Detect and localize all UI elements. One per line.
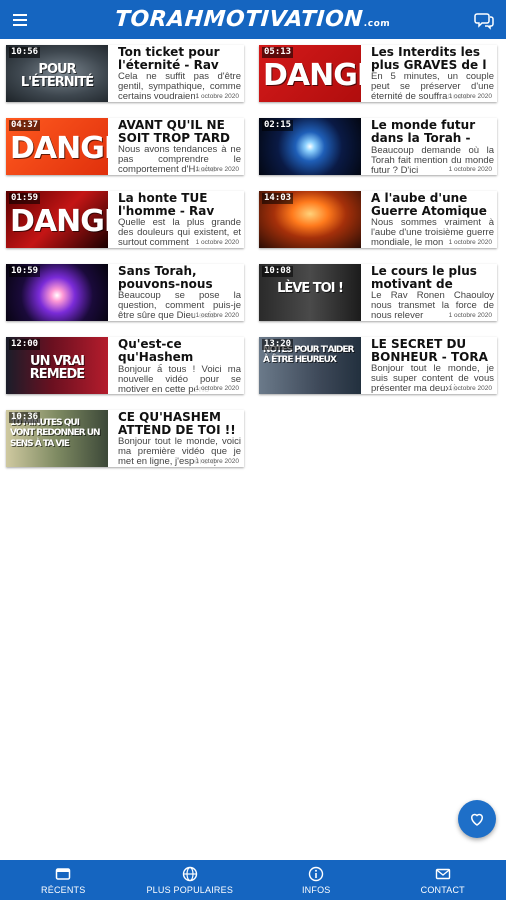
duration-badge: 02:15 — [262, 120, 294, 131]
video-title[interactable]: CE QU'HASHEM ATTEND DE TOI !! — [118, 411, 241, 437]
duration-badge: 05:13 — [262, 47, 294, 58]
video-card[interactable]: 10 MINUTES QUI VONT REDONNER UN SENS À T… — [6, 410, 244, 467]
video-thumbnail[interactable]: 10:59 — [6, 264, 108, 321]
video-date: 1 octobre 2020 — [194, 93, 240, 100]
video-thumbnail[interactable]: 14:03 — [259, 191, 361, 248]
nav-label: PLUS POPULAIRES — [146, 884, 234, 895]
thumbnail-caption: UN VRAI REMEDE — [29, 354, 85, 382]
video-date: 1 octobre 2020 — [194, 458, 240, 465]
duration-badge: 14:03 — [262, 193, 294, 204]
video-title[interactable]: Les Interdits les plus GRAVES de l — [371, 46, 494, 72]
video-card[interactable]: UN VRAI REMEDE 12:00 Qu'est-ce qu'Hashem a… — [6, 337, 244, 394]
video-card[interactable]: DANGER04:37AVANT QU'IL NE SOIT TROP TARD… — [6, 118, 244, 175]
video-card[interactable]: POUR L'ÉTERNITÉ 10:56 Ton ticket pour l'ét… — [6, 45, 244, 102]
thumbnail-caption: LÈVE TOI ! — [277, 281, 344, 296]
thumbnail-caption: DANGER — [10, 131, 108, 166]
hamburger-icon-bar — [13, 24, 27, 26]
info-icon — [309, 866, 324, 881]
logo-main-text: TORAHMOTIVATION — [114, 7, 365, 32]
thumbnail-caption: DANGER — [10, 204, 108, 239]
thumbnail-caption: POUR L'ÉTERNITÉ — [20, 62, 94, 90]
video-date: 1 octobre 2020 — [447, 93, 493, 100]
video-title[interactable]: Ton ticket pour l'éternité - Rav — [118, 46, 241, 72]
video-card[interactable]: DANGER01:59La honte TUE l'homme - RavQue… — [6, 191, 244, 248]
duration-badge: 04:37 — [9, 120, 41, 131]
duration-badge: 12:00 — [9, 339, 41, 350]
video-date: 1 octobre 2020 — [447, 312, 493, 319]
film-icon — [56, 867, 71, 880]
favorites-button[interactable] — [458, 800, 496, 838]
video-thumbnail[interactable]: UN VRAI REMEDE 12:00 — [6, 337, 108, 394]
video-info: AVANT QU'IL NE SOIT TROP TARD Nous avons … — [108, 118, 244, 175]
heart-icon — [470, 813, 484, 826]
video-thumbnail[interactable]: DANGER01:59 — [6, 191, 108, 248]
hamburger-icon-bar — [13, 19, 27, 21]
app-root: TORAHMOTIVATION.com POUR L'ÉTERNITÉ 10:56… — [0, 0, 506, 900]
video-thumbnail[interactable]: 10 MINUTES QUI VONT REDONNER UN SENS À T… — [6, 410, 108, 467]
video-title[interactable]: La honte TUE l'homme - Rav — [118, 192, 241, 218]
video-info: La honte TUE l'homme - Rav Quelle est la … — [108, 191, 244, 248]
video-info: Le cours le plus motivant de Le Rav Ronen… — [361, 264, 497, 321]
video-date: 1 octobre 2020 — [447, 385, 493, 392]
logo-suffix-text: .com — [363, 19, 391, 29]
video-thumbnail[interactable]: DANGER04:37 — [6, 118, 108, 175]
video-title[interactable]: A l'aube d'une Guerre Atomique — [371, 192, 494, 218]
video-info: Les Interdits les plus GRAVES de l En 5 m… — [361, 45, 497, 102]
video-date: 1 octobre 2020 — [447, 239, 493, 246]
video-card[interactable]: 10:59 Sans Torah, pouvons-nous Beaucoup se… — [6, 264, 244, 321]
duration-badge: 10:36 — [9, 412, 41, 423]
nav-label: INFOS — [301, 884, 331, 895]
video-card[interactable]: 14:03 A l'aube d'une Guerre Atomique Nous … — [259, 191, 497, 248]
top-app-bar: TORAHMOTIVATION.com — [0, 0, 506, 39]
video-date: 1 octobre 2020 — [194, 166, 240, 173]
video-date: 1 octobre 2020 — [194, 385, 240, 392]
site-logo[interactable]: TORAHMOTIVATION.com — [114, 7, 391, 32]
mail-icon — [435, 868, 450, 879]
bottom-navigation: RÉCENTS PLUS POPULAIRES INFOS CONTACT — [0, 860, 506, 900]
video-title[interactable]: Sans Torah, pouvons-nous — [118, 265, 241, 291]
video-info: Qu'est-ce qu'Hashem attendBonjour à tous… — [108, 337, 244, 394]
thumbnail-caption: DANGER — [263, 58, 361, 93]
video-info: Le monde futur dans la Torah - RavBeauco… — [361, 118, 497, 175]
nav-label: RÉCENTS — [41, 884, 86, 895]
video-card[interactable]: DANGER05:13Les Interdits les plus GRAVES… — [259, 45, 497, 102]
video-date: 1 octobre 2020 — [447, 166, 493, 173]
video-title[interactable]: Le monde futur dans la Torah - Rav — [371, 119, 494, 146]
video-info: Sans Torah, pouvons-nous Beaucoup se pose… — [108, 264, 244, 321]
video-card[interactable]: 02:15 Le monde futur dans la Torah - RavB… — [259, 118, 497, 175]
video-grid: POUR L'ÉTERNITÉ 10:56 Ton ticket pour l'ét… — [6, 45, 500, 467]
duration-badge: 13:20 — [262, 339, 294, 350]
nav-recents[interactable]: RÉCENTS — [0, 860, 127, 900]
video-card[interactable]: NOTES POUR T'AIDER À ÊTRE HEUREUX 13:20 LE… — [259, 337, 497, 394]
video-thumbnail[interactable]: 02:15 — [259, 118, 361, 175]
video-info: LE SECRET DU BONHEUR - TORA Bonjour tout … — [361, 337, 497, 394]
duration-badge: 01:59 — [9, 193, 41, 204]
duration-badge: 10:08 — [262, 266, 294, 277]
video-title[interactable]: AVANT QU'IL NE SOIT TROP TARD — [118, 119, 241, 145]
video-title[interactable]: Le cours le plus motivant de — [371, 265, 494, 291]
video-info: A l'aube d'une Guerre Atomique Nous somme… — [361, 191, 497, 248]
nav-label: CONTACT — [420, 884, 465, 895]
video-date: 1 octobre 2020 — [194, 239, 240, 246]
duration-badge: 10:59 — [9, 266, 41, 277]
nav-most-popular[interactable]: PLUS POPULAIRES — [127, 860, 254, 900]
chat-icon[interactable] — [474, 10, 494, 30]
video-thumbnail[interactable]: LÈVE TOI ! 10:08 — [259, 264, 361, 321]
video-info: Ton ticket pour l'éternité - Rav Cela ne … — [108, 45, 244, 102]
video-title[interactable]: LE SECRET DU BONHEUR - TORA — [371, 338, 494, 364]
globe-icon — [182, 866, 197, 881]
video-thumbnail[interactable]: NOTES POUR T'AIDER À ÊTRE HEUREUX 13:20 — [259, 337, 361, 394]
video-thumbnail[interactable]: DANGER05:13 — [259, 45, 361, 102]
video-info: CE QU'HASHEM ATTEND DE TOI !! Bonjour tou… — [108, 410, 244, 467]
video-card[interactable]: LÈVE TOI ! 10:08 Le cours le plus motivant… — [259, 264, 497, 321]
video-date: 1 octobre 2020 — [194, 312, 240, 319]
hamburger-icon-bar — [13, 14, 27, 16]
video-thumbnail[interactable]: POUR L'ÉTERNITÉ 10:56 — [6, 45, 108, 102]
video-title[interactable]: Qu'est-ce qu'Hashem attend — [118, 338, 241, 365]
duration-badge: 10:56 — [9, 47, 41, 58]
nav-contact[interactable]: CONTACT — [380, 860, 506, 900]
nav-infos[interactable]: INFOS — [253, 860, 380, 900]
menu-button[interactable] — [10, 10, 32, 30]
